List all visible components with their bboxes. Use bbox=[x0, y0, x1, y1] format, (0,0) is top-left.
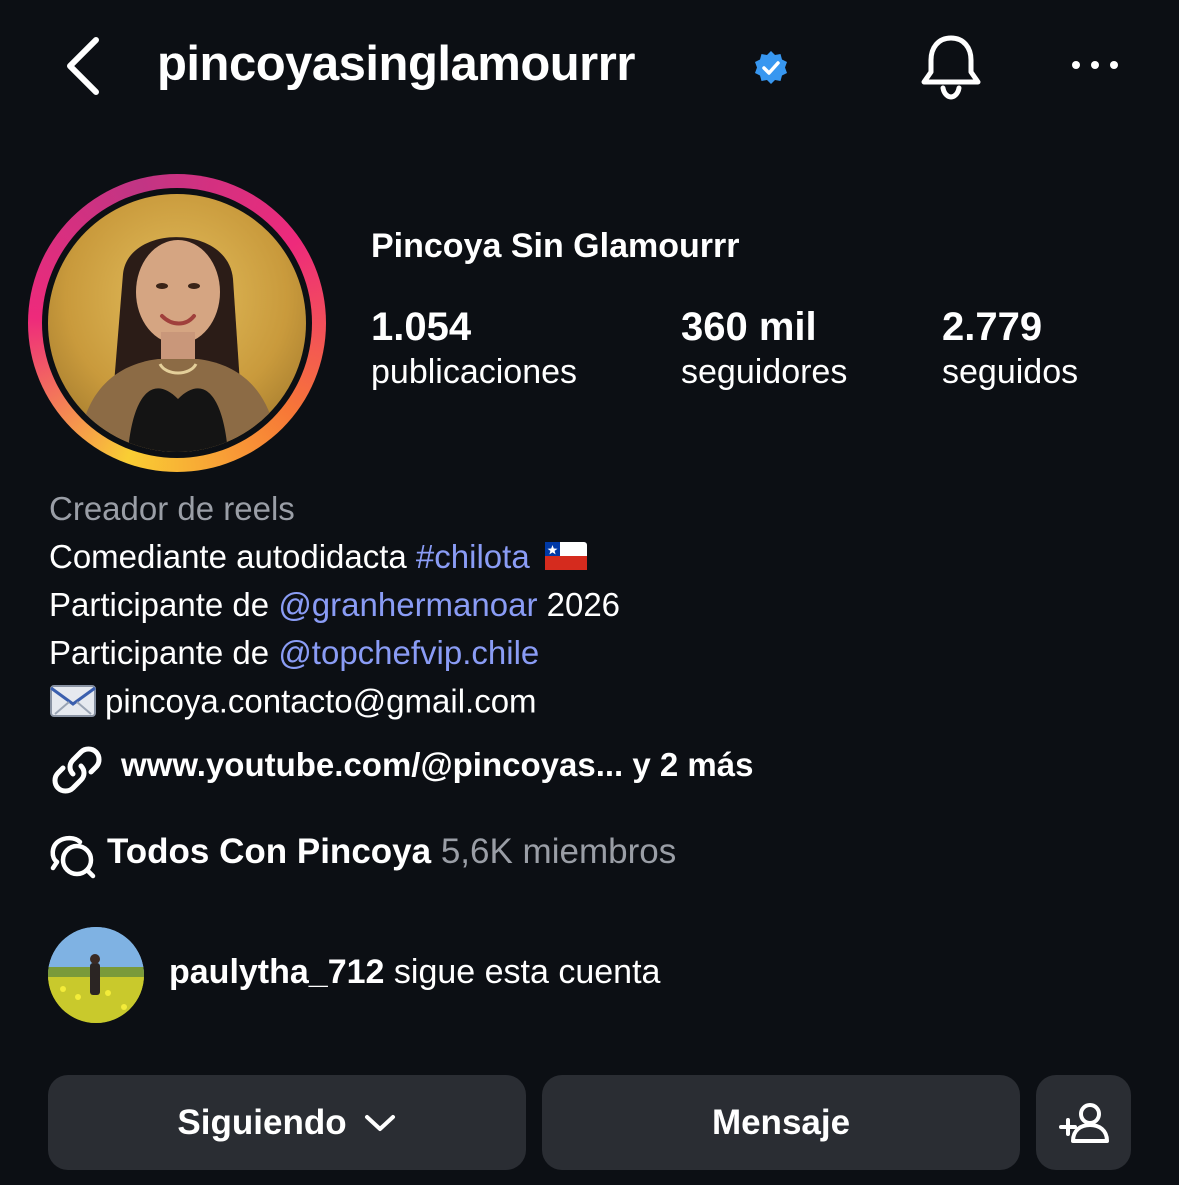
followers-count-stat[interactable]: 360 mil seguidores bbox=[681, 304, 847, 394]
bio-line-1: Comediante autodidacta #chilota bbox=[49, 538, 587, 578]
contact-email[interactable]: pincoya.contacto@gmail.com bbox=[105, 683, 537, 720]
back-button[interactable] bbox=[58, 34, 118, 98]
channel-chat-icon bbox=[50, 835, 96, 879]
mention-link[interactable]: @topchefvip.chile bbox=[278, 634, 539, 671]
posts-count: 1.054 bbox=[371, 305, 472, 349]
chevron-down-icon bbox=[364, 1114, 395, 1131]
mutual-follower-username: paulytha_712 bbox=[169, 953, 385, 991]
chevron-left-icon bbox=[67, 37, 99, 95]
bio-text: 2026 bbox=[537, 586, 621, 623]
bell-icon bbox=[921, 35, 981, 100]
bio-text: Participante de bbox=[49, 634, 279, 671]
mention-link[interactable]: @granhermanoar bbox=[278, 586, 537, 623]
notifications-bell-button[interactable] bbox=[918, 30, 984, 102]
following-count-stat[interactable]: 2.779 seguidos bbox=[942, 304, 1078, 394]
bio-line-email: pincoya.contacto@gmail.com bbox=[49, 682, 537, 726]
following-label: seguidos bbox=[942, 353, 1079, 391]
posts-label: publicaciones bbox=[371, 353, 578, 391]
profile-display-name: Pincoya Sin Glamourrr bbox=[371, 227, 740, 265]
profile-avatar[interactable] bbox=[28, 174, 326, 472]
add-person-icon bbox=[1058, 1102, 1109, 1143]
bio-text: Participante de bbox=[49, 586, 279, 623]
following-label: Siguiendo bbox=[177, 1102, 347, 1142]
suggested-accounts-button[interactable] bbox=[1036, 1075, 1131, 1170]
channel-name: Todos Con Pincoya bbox=[107, 832, 432, 871]
channel-members: 5,6K miembros bbox=[440, 832, 677, 871]
verified-badge-icon bbox=[752, 49, 790, 87]
bio-text: Comediante autodidacta bbox=[49, 538, 416, 575]
posts-count-stat[interactable]: 1.054 publicaciones bbox=[371, 304, 577, 394]
followed-by-text[interactable]: paulytha_712 sigue esta cuenta bbox=[169, 953, 660, 992]
following-count: 2.779 bbox=[942, 305, 1043, 349]
profile-category: Creador de reels bbox=[49, 490, 295, 527]
bio-line-2: Participante de @granhermanoar 2026 bbox=[49, 586, 620, 624]
profile-photo bbox=[48, 194, 306, 452]
hashtag-link[interactable]: #chilota bbox=[416, 538, 530, 575]
bio-line-3: Participante de @topchefvip.chile bbox=[49, 634, 539, 672]
more-options-button[interactable] bbox=[1068, 50, 1122, 80]
mutual-follower-avatar[interactable] bbox=[48, 927, 144, 1023]
external-link-text: www.youtube.com/@pincoyas... y 2 más bbox=[121, 746, 754, 783]
more-dots-icon bbox=[1072, 61, 1118, 69]
profile-username: pincoyasinglamourrr bbox=[157, 37, 635, 91]
followed-by-suffix: sigue esta cuenta bbox=[384, 953, 661, 991]
link-icon bbox=[52, 746, 102, 794]
followers-label: seguidores bbox=[681, 353, 848, 391]
followers-count: 360 mil bbox=[681, 305, 817, 349]
message-button[interactable]: Mensaje bbox=[542, 1075, 1020, 1170]
envelope-icon bbox=[49, 682, 97, 726]
following-button[interactable]: Siguiendo bbox=[48, 1075, 526, 1170]
message-label: Mensaje bbox=[711, 1102, 851, 1142]
chile-flag-icon bbox=[544, 540, 587, 578]
